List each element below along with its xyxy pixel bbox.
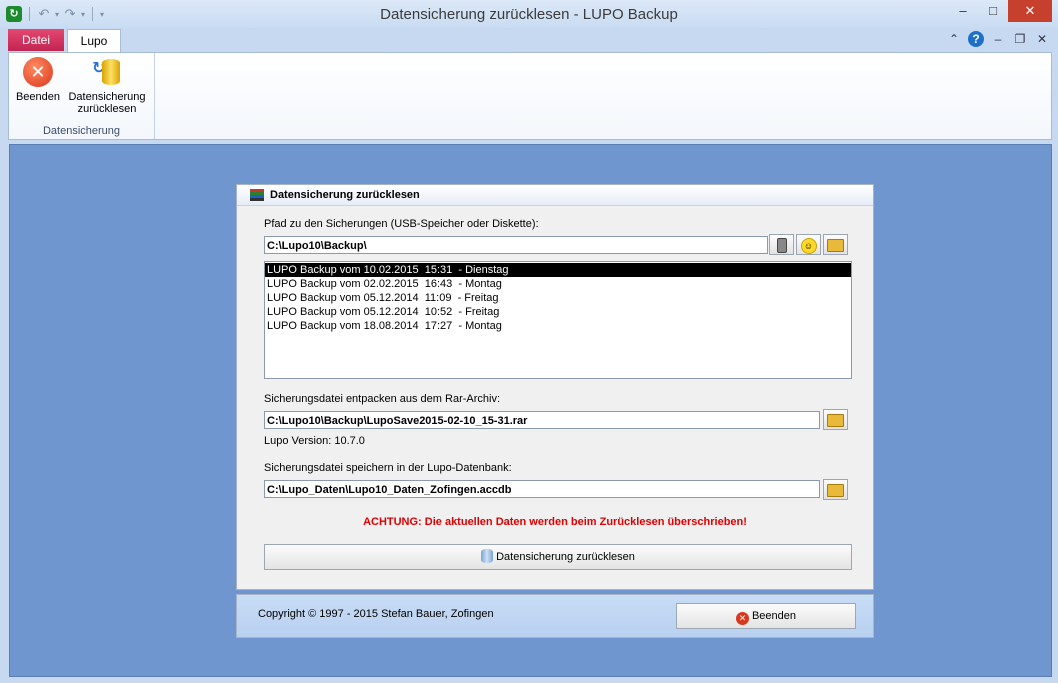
ribbon-exit-label: Beenden	[15, 91, 61, 103]
exit-button-label: Beenden	[751, 610, 797, 622]
list-item[interactable]: LUPO Backup vom 05.12.2014 11:09 - Freit…	[265, 291, 851, 305]
ribbon-group-label: Datensicherung	[42, 125, 121, 137]
warning-text: ACHTUNG: Die aktuellen Daten werden beim…	[363, 516, 747, 528]
browse-rar-button[interactable]	[823, 409, 848, 430]
panel-footer: Copyright © 1997 - 2015 Stefan Bauer, Zo…	[236, 594, 874, 638]
list-item[interactable]: LUPO Backup vom 18.08.2014 17:27 - Monta…	[265, 319, 851, 333]
app-window: ↻ ↶ ▾ ↷ ▾ ▾ Datensicherung zurücklesen -…	[0, 0, 1058, 683]
ribbon-restore-label-1: Datensicherung	[68, 91, 146, 103]
close-button[interactable]: ✕	[1008, 0, 1052, 22]
x-circle-icon: ✕	[23, 57, 53, 87]
ribbon-right-controls: ⌃ ? – ❐ ✕	[946, 31, 1050, 47]
database-cylinder-icon	[102, 59, 120, 85]
database-restore-icon: ↻	[92, 57, 122, 87]
tab-datei[interactable]: Datei	[8, 29, 64, 51]
rar-label: Sicherungsdatei entpacken aus dem Rar-Ar…	[264, 393, 501, 405]
exit-button[interactable]: ✕ Beenden	[676, 603, 856, 629]
list-item[interactable]: LUPO Backup vom 02.02.2015 16:43 - Monta…	[265, 277, 851, 291]
help-icon[interactable]: ?	[968, 31, 984, 47]
doc-restore-icon[interactable]: ❐	[1012, 32, 1028, 46]
x-circle-icon: ✕	[735, 612, 749, 625]
db-input[interactable]: C:\Lupo_Daten\Lupo10_Daten_Zofingen.accd…	[264, 480, 820, 498]
ribbon-restore-label-2: zurücklesen	[77, 103, 137, 115]
doc-close-icon[interactable]: ✕	[1034, 32, 1050, 46]
ribbon-body: ✕ Beenden ↻ Datensicherung zurücklesen D…	[8, 52, 1052, 140]
folder-open-icon	[827, 484, 844, 497]
browse-db-button[interactable]	[823, 479, 848, 500]
ribbon-restore-button[interactable]: ↻ Datensicherung zurücklesen	[65, 57, 149, 115]
folder-open-icon	[827, 239, 844, 252]
usb-icon	[776, 238, 787, 253]
restore-panel: Datensicherung zurücklesen Pfad zu den S…	[236, 184, 874, 590]
collapse-ribbon-icon[interactable]: ⌃	[946, 32, 962, 46]
tab-lupo[interactable]: Lupo	[67, 29, 121, 53]
copyright-text: Copyright © 1997 - 2015 Stefan Bauer, Zo…	[258, 608, 494, 620]
list-item[interactable]: LUPO Backup vom 05.12.2014 10:52 - Freit…	[265, 305, 851, 319]
books-icon	[250, 189, 264, 201]
panel-title: Datensicherung zurücklesen	[270, 189, 420, 201]
ribbon-group-datensicherung: ✕ Beenden ↻ Datensicherung zurücklesen D…	[9, 53, 155, 139]
smiley-button[interactable]: ☺	[796, 234, 821, 255]
window-controls: – □ ✕	[948, 0, 1052, 22]
window-title: Datensicherung zurücklesen - LUPO Backup	[380, 6, 678, 23]
ribbon-tabs: Datei Lupo ⌃ ? – ❐ ✕	[0, 28, 1058, 53]
backup-list[interactable]: LUPO Backup vom 10.02.2015 15:31 - Diens…	[264, 261, 852, 379]
restore-backup-label: Datensicherung zurücklesen	[496, 551, 635, 563]
db-label: Sicherungsdatei speichern in der Lupo-Da…	[264, 462, 512, 474]
browse-path-button[interactable]	[823, 234, 848, 255]
ribbon-exit-button[interactable]: ✕ Beenden	[11, 57, 65, 103]
path-label: Pfad zu den Sicherungen (USB-Speicher od…	[264, 218, 539, 230]
lupo-version-text: Lupo Version: 10.7.0	[264, 435, 365, 447]
rar-input[interactable]: C:\Lupo10\Backup\LupoSave2015-02-10_15-3…	[264, 411, 820, 429]
minimize-button[interactable]: –	[948, 0, 978, 22]
list-item[interactable]: LUPO Backup vom 10.02.2015 15:31 - Diens…	[265, 263, 851, 277]
doc-minimize-icon[interactable]: –	[990, 32, 1006, 46]
folder-open-icon	[827, 414, 844, 427]
title-bar: ↻ ↶ ▾ ↷ ▾ ▾ Datensicherung zurücklesen -…	[0, 0, 1058, 28]
maximize-button[interactable]: □	[978, 0, 1008, 22]
database-icon	[481, 549, 494, 563]
path-input[interactable]: C:\Lupo10\Backup\	[264, 236, 768, 254]
restore-backup-button[interactable]: Datensicherung zurücklesen	[264, 544, 852, 570]
panel-header: Datensicherung zurücklesen	[237, 185, 873, 206]
usb-button[interactable]	[769, 234, 794, 255]
smiley-icon: ☺	[800, 238, 817, 254]
